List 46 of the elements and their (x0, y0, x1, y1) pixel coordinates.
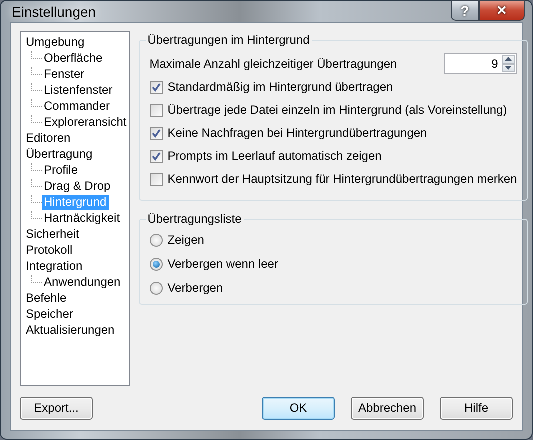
tree-item[interactable]: Aktualisierungen (24, 323, 117, 338)
tree-item[interactable]: Befehle (24, 291, 69, 306)
checkbox-label: Keine Nachfragen bei Hintergrundübertragungen (168, 126, 428, 140)
tree-item[interactable]: Anwendungen (42, 275, 123, 290)
tree-item[interactable]: Oberfläche (42, 51, 105, 66)
tree-item[interactable]: Integration (24, 259, 85, 274)
radio-label: Verbergen wenn leer (168, 257, 278, 271)
checkbox[interactable] (150, 104, 163, 116)
tree-item[interactable]: Profile (42, 163, 80, 178)
radio-button[interactable] (150, 282, 163, 294)
tree-item[interactable]: Übertragung (24, 147, 95, 162)
dialog-button[interactable]: Hilfe (440, 396, 513, 420)
checkbox-label: Übertrage jede Datei einzeln im Hintergrund (als Voreinstellung) (168, 103, 508, 117)
tree-item[interactable]: Editoren (24, 131, 73, 146)
tree-item[interactable]: Drag & Drop (42, 179, 113, 194)
dialog-button[interactable]: Export... (20, 396, 93, 420)
tree-item[interactable]: Fenster (42, 67, 87, 82)
close-button[interactable]: ✕ (479, 0, 525, 21)
tree-item[interactable]: Sicherheit (24, 227, 82, 242)
window-title: Einstellungen (11, 4, 96, 20)
tree-item[interactable]: Speicher (24, 307, 76, 322)
checkbox-label: Standardmäßig im Hintergrund übertragen (168, 80, 394, 94)
number-field[interactable]: 9 (444, 53, 518, 74)
checkbox[interactable] (150, 126, 163, 140)
group-title: Übertragungsliste (146, 212, 243, 226)
field-label: Maximale Anzahl gleichzeitiger Übertragungen (150, 56, 398, 70)
tree-item[interactable]: Protokoll (24, 243, 75, 258)
group-title: Übertragungen im Hintergrund (146, 33, 311, 47)
tree-item[interactable]: Listenfenster (42, 83, 115, 98)
radio-button[interactable] (150, 234, 163, 246)
checkbox-label: Prompts im Leerlauf automatisch zeigen (168, 149, 382, 163)
dialog-button[interactable]: OK (262, 396, 335, 420)
tree-item[interactable]: Commander (42, 99, 112, 114)
dialog-button[interactable]: Abbrechen (351, 396, 424, 420)
down-arrow-icon[interactable] (505, 66, 512, 70)
checkbox[interactable] (150, 80, 163, 94)
up-arrow-icon[interactable] (505, 57, 512, 62)
tree-item[interactable]: Hartnäckigkeit (42, 211, 122, 226)
checkbox[interactable] (150, 172, 163, 186)
checkbox[interactable] (150, 150, 163, 162)
checkbox-label: Kennwort der Hauptsitzung für Hintergrundübertragungen merken (168, 172, 518, 186)
tree-item[interactable]: Exploreransicht (42, 115, 129, 130)
radio-button[interactable] (150, 258, 163, 270)
tree-item[interactable]: Umgebung (24, 35, 87, 50)
radio-label: Zeigen (168, 233, 204, 247)
radio-label: Verbergen (168, 281, 224, 295)
